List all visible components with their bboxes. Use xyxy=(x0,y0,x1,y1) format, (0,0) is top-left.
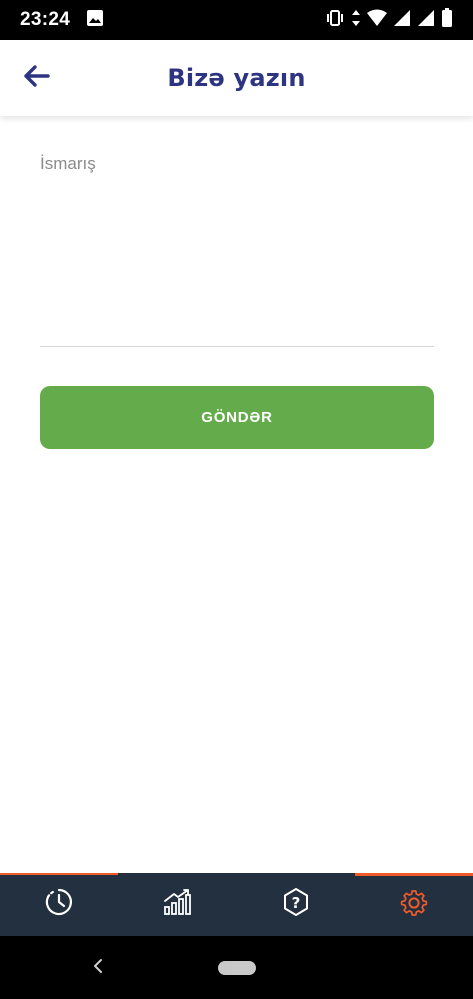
nav-item-history[interactable] xyxy=(0,873,119,936)
vibrate-icon xyxy=(325,9,345,32)
history-icon xyxy=(44,887,74,922)
status-time: 23:24 xyxy=(20,9,71,30)
settings-icon xyxy=(399,887,429,922)
chevron-left-icon xyxy=(92,958,104,979)
battery-icon xyxy=(441,7,453,33)
home-pill[interactable] xyxy=(217,960,256,975)
data-arrows-icon xyxy=(351,9,361,32)
status-left: 23:24 xyxy=(20,9,104,32)
send-button[interactable]: GÖNDƏR xyxy=(40,386,434,449)
nav-item-help[interactable]: ? xyxy=(237,873,355,936)
message-label: İsmarış xyxy=(40,154,96,173)
back-button[interactable] xyxy=(16,60,56,96)
status-bar: 23:24 xyxy=(0,0,473,40)
nav-item-settings[interactable] xyxy=(354,873,473,936)
svg-text:?: ? xyxy=(291,894,300,912)
nav-item-statistics[interactable] xyxy=(118,873,236,936)
statistics-icon xyxy=(162,887,192,922)
signal-icon xyxy=(393,9,411,32)
app-bar: Bizə yazın xyxy=(0,40,473,116)
message-field[interactable]: İsmarış xyxy=(40,150,434,347)
signal-icon-2 xyxy=(417,9,435,32)
status-right xyxy=(325,7,453,33)
bottom-nav: ? xyxy=(0,873,473,936)
page-title: Bizə yazın xyxy=(167,64,306,92)
system-nav-bar xyxy=(0,936,473,999)
wifi-icon xyxy=(367,9,387,32)
arrow-left-icon xyxy=(22,64,50,93)
message-input[interactable] xyxy=(40,184,434,340)
help-icon: ? xyxy=(281,887,311,922)
system-back-button[interactable] xyxy=(88,956,108,980)
image-notification-icon xyxy=(86,9,104,32)
